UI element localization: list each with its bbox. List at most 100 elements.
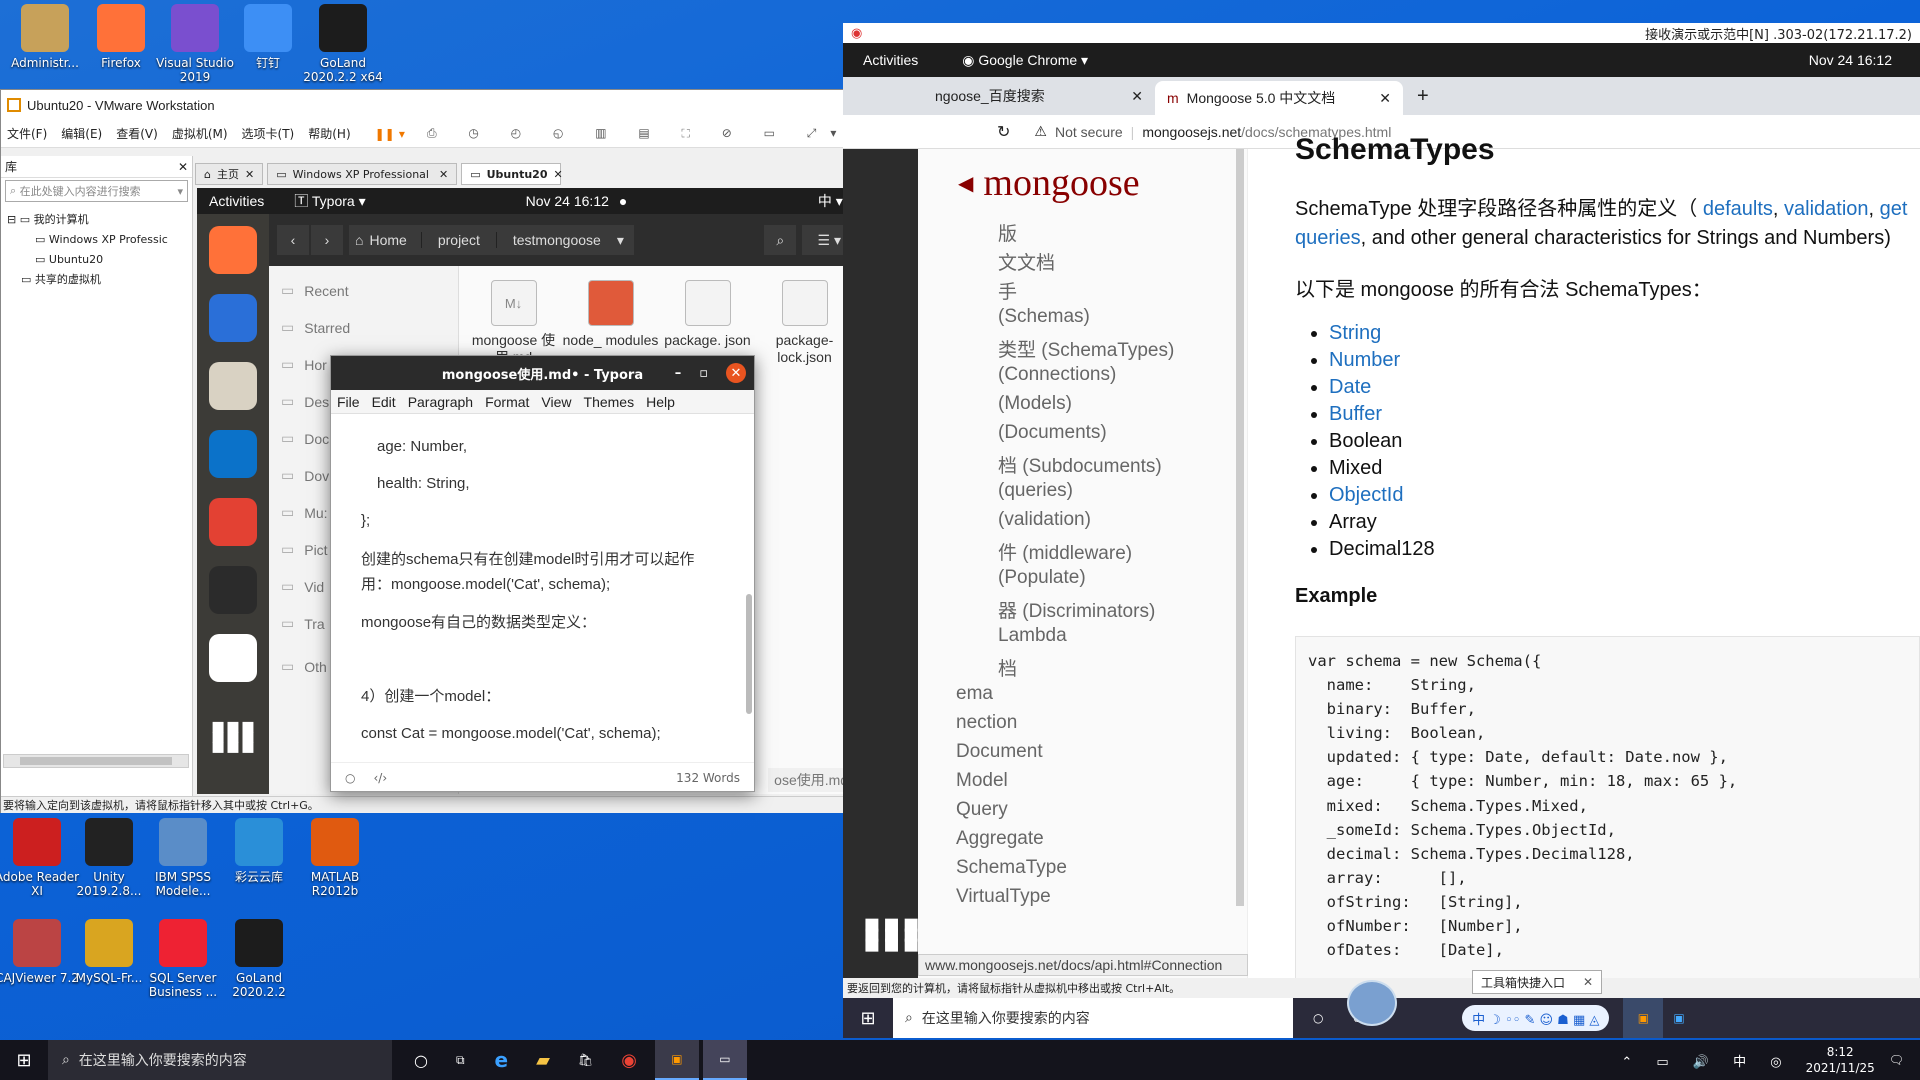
typora-scrollbar[interactable] bbox=[746, 594, 752, 714]
toolbar-icons[interactable]: ⎙ ◷ ◴ ◵ ▥ ▤ ⛶ ⊘ ▭ ⤢▾ bbox=[427, 126, 850, 141]
search-icon[interactable]: ⌕ bbox=[764, 225, 797, 255]
library-search[interactable]: ⌕ 在此处键入内容进行搜索 ▾ bbox=[5, 180, 188, 202]
docs-nav-item[interactable]: Document bbox=[956, 741, 1174, 770]
docs-nav-item[interactable]: 件 (middleware) bbox=[998, 538, 1174, 567]
file-item[interactable]: node_ modules bbox=[562, 266, 659, 366]
menu-edit[interactable]: 编辑(E) bbox=[61, 125, 102, 142]
remote-search[interactable]: ⌕ 在这里输入你要搜索的内容 bbox=[893, 998, 1293, 1038]
typora-editor[interactable]: age: Number, health: String, }; 创建的schem… bbox=[331, 414, 754, 762]
docs-nav-item[interactable]: (validation) bbox=[998, 509, 1174, 538]
path-project[interactable]: project bbox=[420, 232, 496, 248]
docs-nav-item[interactable]: (Schemas) bbox=[998, 306, 1174, 335]
typora-menu-format[interactable]: Format bbox=[485, 394, 529, 410]
file-item[interactable]: M↓mongoose 使用.md bbox=[465, 266, 562, 366]
vscode-icon[interactable] bbox=[209, 430, 257, 478]
typora-window[interactable]: mongoose使用.md• - Typora – ▫ ✕ File Edit … bbox=[330, 355, 755, 792]
tree-root[interactable]: ⊟ ▭ 我的计算机 bbox=[7, 210, 186, 230]
toolbox-tooltip[interactable]: 工具箱快捷入口 ✕ bbox=[1472, 970, 1602, 994]
desktop-icon[interactable]: GoLand 2020.2.2 x64 bbox=[300, 4, 386, 84]
docs-nav-item[interactable]: SchemaType bbox=[956, 857, 1174, 886]
desktop-icon[interactable]: Administr... bbox=[2, 4, 88, 70]
clock[interactable]: Nov 24 16:12 bbox=[526, 193, 609, 209]
thunderbird-icon[interactable] bbox=[209, 294, 257, 342]
docs-nav-item[interactable]: Model bbox=[956, 770, 1174, 799]
taskbar-search[interactable]: ⌕ 在这里输入你要搜索的内容 bbox=[48, 1040, 392, 1080]
tooltip-close-icon[interactable]: ✕ bbox=[1583, 975, 1593, 989]
sidebar-toggle-icon[interactable]: ○ bbox=[345, 771, 355, 785]
link-queries[interactable]: queries bbox=[1295, 227, 1361, 249]
link-validation[interactable]: validation bbox=[1784, 198, 1869, 220]
tree-item-ubuntu20[interactable]: ▭ Ubuntu20 bbox=[7, 250, 186, 270]
remote-app-icon-2[interactable]: ▣ bbox=[1673, 1011, 1684, 1025]
tray-icons[interactable]: ⌃ ▭ 🔊 中 ◎ bbox=[1621, 1051, 1791, 1070]
menu-help[interactable]: 帮助(H) bbox=[308, 125, 350, 142]
desktop-icon[interactable]: SQL Server Business ... bbox=[140, 919, 226, 999]
docs-nav-item[interactable]: Query bbox=[956, 799, 1174, 828]
typora-close-icon[interactable]: ✕ bbox=[726, 363, 746, 383]
file-item[interactable]: package. json bbox=[659, 266, 756, 366]
tab-baidu[interactable]: ngoose_百度搜索 ✕ bbox=[923, 77, 1155, 115]
remote-start-icon[interactable]: ⊞ bbox=[843, 1008, 893, 1029]
remote-clock[interactable]: Nov 24 16:12 bbox=[1809, 52, 1892, 68]
desktop-icon[interactable]: MATLAB R2012b bbox=[292, 818, 378, 898]
docs-nav-item[interactable]: (Documents) bbox=[998, 422, 1174, 451]
chrome-icon[interactable]: ◉ bbox=[621, 1050, 637, 1071]
typora-menu-themes[interactable]: Themes bbox=[584, 394, 635, 410]
taskbar-clock[interactable]: 8:12 2021/11/25 bbox=[1806, 1044, 1875, 1076]
schematype-item[interactable]: ObjectId bbox=[1329, 482, 1920, 509]
edge-icon[interactable]: e bbox=[495, 1048, 509, 1072]
tab-winxp[interactable]: ▭ Windows XP Professional ✕ bbox=[267, 163, 458, 185]
word-count[interactable]: 132 Words bbox=[676, 771, 740, 785]
schematype-item[interactable]: Date bbox=[1329, 374, 1920, 401]
remote-vmware-icon[interactable]: ▣ bbox=[1623, 998, 1664, 1038]
typora-menu-file[interactable]: File bbox=[337, 394, 360, 410]
typora-titlebar[interactable]: mongoose使用.md• - Typora – ▫ ✕ bbox=[331, 356, 754, 390]
chrome-icon[interactable] bbox=[209, 498, 257, 546]
show-apps-icon[interactable]: ▪▪▪ ▪▪▪ ▪▪▪ bbox=[863, 911, 922, 957]
docs-nav-item[interactable]: 版 bbox=[998, 219, 1174, 248]
mongoose-logo[interactable]: ◀ mongoose bbox=[958, 161, 1140, 205]
terminal-icon[interactable] bbox=[209, 566, 257, 614]
link-defaults[interactable]: defaults bbox=[1703, 198, 1773, 220]
docs-nav-item[interactable]: 档 (Subdocuments) bbox=[998, 451, 1174, 480]
docs-nav-item[interactable]: ema bbox=[956, 683, 1174, 712]
docs-nav-item[interactable]: nection bbox=[956, 712, 1174, 741]
remote-cortana-icon[interactable]: ○ bbox=[1313, 1011, 1323, 1025]
menu-view[interactable]: 查看(V) bbox=[116, 125, 158, 142]
notification-icon[interactable]: 🗨 bbox=[1889, 1053, 1904, 1067]
not-secure-label[interactable]: Not secure bbox=[1055, 124, 1123, 140]
link-get[interactable]: get bbox=[1880, 198, 1908, 220]
typora-icon[interactable] bbox=[209, 634, 257, 682]
typora-menu-view[interactable]: View bbox=[541, 394, 571, 410]
file-item[interactable]: package- lock.json bbox=[756, 266, 853, 366]
menu-file[interactable]: 文件(F) bbox=[7, 125, 47, 142]
remote-app-menu[interactable]: ◉ Google Chrome ▾ bbox=[962, 52, 1088, 69]
activities-button[interactable]: Activities bbox=[209, 193, 264, 209]
docs-nav-item[interactable]: (Models) bbox=[998, 393, 1174, 422]
menu-vm[interactable]: 虚拟机(M) bbox=[172, 125, 228, 142]
pause-icon[interactable]: ❚❚ ▾ bbox=[375, 127, 405, 141]
docs-nav-item[interactable]: 器 (Discriminators) bbox=[998, 596, 1174, 625]
explorer-icon[interactable]: ▰ bbox=[536, 1050, 550, 1071]
typora-menu-help[interactable]: Help bbox=[646, 394, 675, 410]
desktop-icon[interactable]: 彩云云库 bbox=[216, 818, 302, 884]
source-mode-icon[interactable]: ‹/› bbox=[373, 771, 387, 785]
docs-nav-item[interactable]: 手 bbox=[998, 277, 1174, 306]
schematype-item[interactable]: Buffer bbox=[1329, 401, 1920, 428]
desktop-icon[interactable]: GoLand 2020.2.2 bbox=[216, 919, 302, 999]
docs-nav-item[interactable]: (Connections) bbox=[998, 364, 1174, 393]
tree-item-winxp[interactable]: ▭ Windows XP Professic bbox=[7, 230, 186, 250]
toolbar-ime-bar[interactable]: 中 ☽ ◦◦ ✎ ☺ ☗ ▦ ◬ bbox=[1462, 1005, 1610, 1031]
app-menu[interactable]: 🅃 Typora ▾ bbox=[294, 191, 365, 211]
docs-nav-item[interactable]: (Populate) bbox=[998, 567, 1174, 596]
typora-maximize[interactable]: ▫ bbox=[699, 366, 708, 381]
path-home[interactable]: Home bbox=[369, 232, 420, 248]
cortana-icon[interactable]: ○ bbox=[414, 1051, 428, 1070]
schematype-item[interactable]: String bbox=[1329, 320, 1920, 347]
back-button[interactable]: ‹ bbox=[277, 225, 309, 255]
show-apps-icon[interactable]: ▪▪▪ ▪▪▪ ▪▪▪ bbox=[197, 716, 269, 758]
taskview-icon[interactable]: ⧉ bbox=[456, 1053, 465, 1068]
remote-desktop-window[interactable]: ◉ 接收演示或示范中[N] .303-02(172.21.17.2) Activ… bbox=[843, 23, 1920, 998]
tab-home[interactable]: ⌂ 主页 ✕ bbox=[195, 163, 264, 185]
path-testmongoose[interactable]: testmongoose bbox=[495, 232, 617, 248]
